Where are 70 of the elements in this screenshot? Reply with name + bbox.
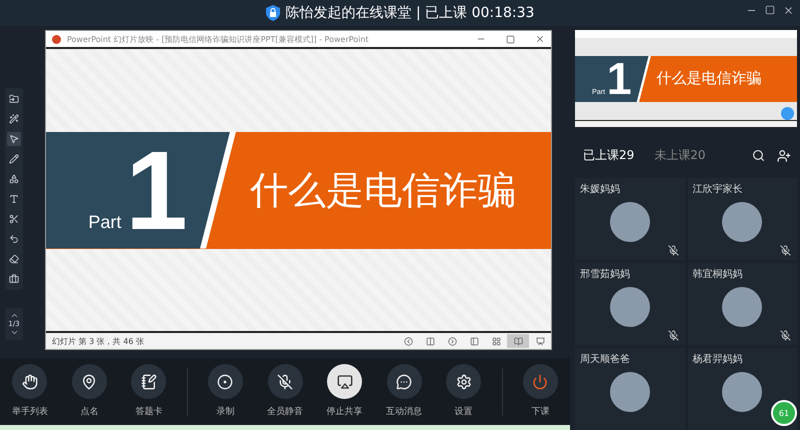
page-down-icon[interactable]	[10, 328, 18, 337]
participant-card[interactable]: 邢雪茹妈妈	[575, 263, 684, 345]
toolbar-label: 互动消息	[386, 406, 422, 418]
toolbar-label: 举手列表	[12, 406, 48, 418]
toolbar-button[interactable]: 答题卡	[119, 364, 179, 418]
avatar-placeholder	[610, 372, 650, 412]
avatar-placeholder	[610, 202, 650, 242]
avatar-placeholder	[722, 372, 762, 412]
eraser-tool-button[interactable]	[7, 252, 21, 266]
toolbar-label: 下课	[531, 406, 550, 418]
app-logo-icon	[52, 34, 61, 44]
toolbar-button[interactable]: 录制	[196, 364, 256, 418]
participant-card[interactable]: 朱媛妈妈	[575, 178, 684, 260]
window-title: 陈怡发起的在线课堂 | 已上课 00:18:33	[286, 4, 534, 22]
roster-tab[interactable]: 已上课29	[583, 147, 634, 164]
maximize-icon[interactable]	[765, 5, 775, 15]
toolbar-label: 停止共享	[326, 406, 363, 418]
part-number: 1	[125, 134, 188, 246]
avatar-placeholder	[722, 287, 762, 327]
toolbar-label: 答题卡	[135, 406, 162, 418]
import-tool-button[interactable]	[7, 92, 21, 106]
pointer-tool-button[interactable]	[7, 132, 21, 146]
part-label: Part	[88, 212, 122, 232]
avatar-placeholder	[610, 287, 650, 327]
toolbar-label: 全员静音	[267, 406, 304, 418]
shapes-tool-button[interactable]	[7, 172, 21, 186]
powerpoint-window-title: PowerPoint 幻灯片放映 - [预防电信网络诈骗知识讲座PPT[兼容模式]] - PowerPoint	[67, 34, 370, 44]
participant-name: 韩宜桐妈妈	[692, 268, 742, 281]
toolbar-button[interactable]: 举手列表	[0, 364, 60, 418]
participant-card[interactable]: 韩宜桐妈妈	[688, 263, 797, 345]
participant-name: 杨君羿妈妈	[692, 352, 742, 366]
notes-view-icon	[426, 336, 434, 346]
toolbar-button[interactable]: 停止共享	[314, 364, 374, 418]
toolbar-button[interactable]: 全员静音	[255, 364, 315, 418]
pen-tool-button[interactable]	[7, 152, 21, 166]
toolbar-button[interactable]: 点名	[60, 364, 120, 418]
part-number: 1	[606, 56, 632, 102]
laser-tool-button[interactable]	[7, 112, 21, 126]
participant-name: 江欣宇家长	[692, 182, 742, 196]
toolbar-button[interactable]: 互动消息	[374, 364, 434, 418]
slide-heading: 什么是电信诈骗	[250, 166, 516, 214]
page-up-icon[interactable]	[10, 311, 18, 320]
reading-view-icon	[514, 336, 522, 346]
close-icon[interactable]	[535, 34, 545, 44]
search-icon[interactable]	[752, 148, 765, 162]
next-view-icon	[448, 336, 456, 346]
toolbar-button[interactable]: 下课	[510, 364, 570, 418]
participant-name: 邢雪茹妈妈	[580, 268, 630, 281]
participant-card[interactable]: 江欣宇家长	[688, 178, 797, 260]
participant-name: 周天顺爸爸	[580, 353, 630, 366]
roster-tab[interactable]: 未上课20	[654, 147, 706, 164]
toolbar-label: 点名	[80, 406, 98, 418]
slide-counter: 幻灯片 第 3 张，共 46 张	[52, 336, 145, 346]
toolbox-tool-button[interactable]	[7, 272, 21, 286]
prev-view-icon	[404, 336, 412, 346]
toolbar-label: 设置	[454, 406, 473, 418]
toolbar-label: 录制	[216, 406, 234, 418]
toolbar-button[interactable]: 设置	[434, 364, 494, 418]
avatar-placeholder	[722, 202, 762, 242]
participant-name: 朱媛妈妈	[580, 182, 620, 196]
add-user-icon[interactable]	[777, 148, 791, 162]
close-icon[interactable]	[783, 5, 794, 16]
sorter-view-icon	[492, 336, 500, 346]
normal-view-icon	[470, 336, 478, 346]
reading-view-button[interactable]	[507, 334, 529, 348]
show-view-icon	[536, 336, 544, 346]
slide-heading: 什么是电信诈骗	[656, 68, 762, 90]
participant-card[interactable]: 周天顺爸爸	[575, 348, 684, 430]
maximize-icon[interactable]	[506, 34, 515, 44]
lock-shield-icon	[266, 5, 280, 21]
